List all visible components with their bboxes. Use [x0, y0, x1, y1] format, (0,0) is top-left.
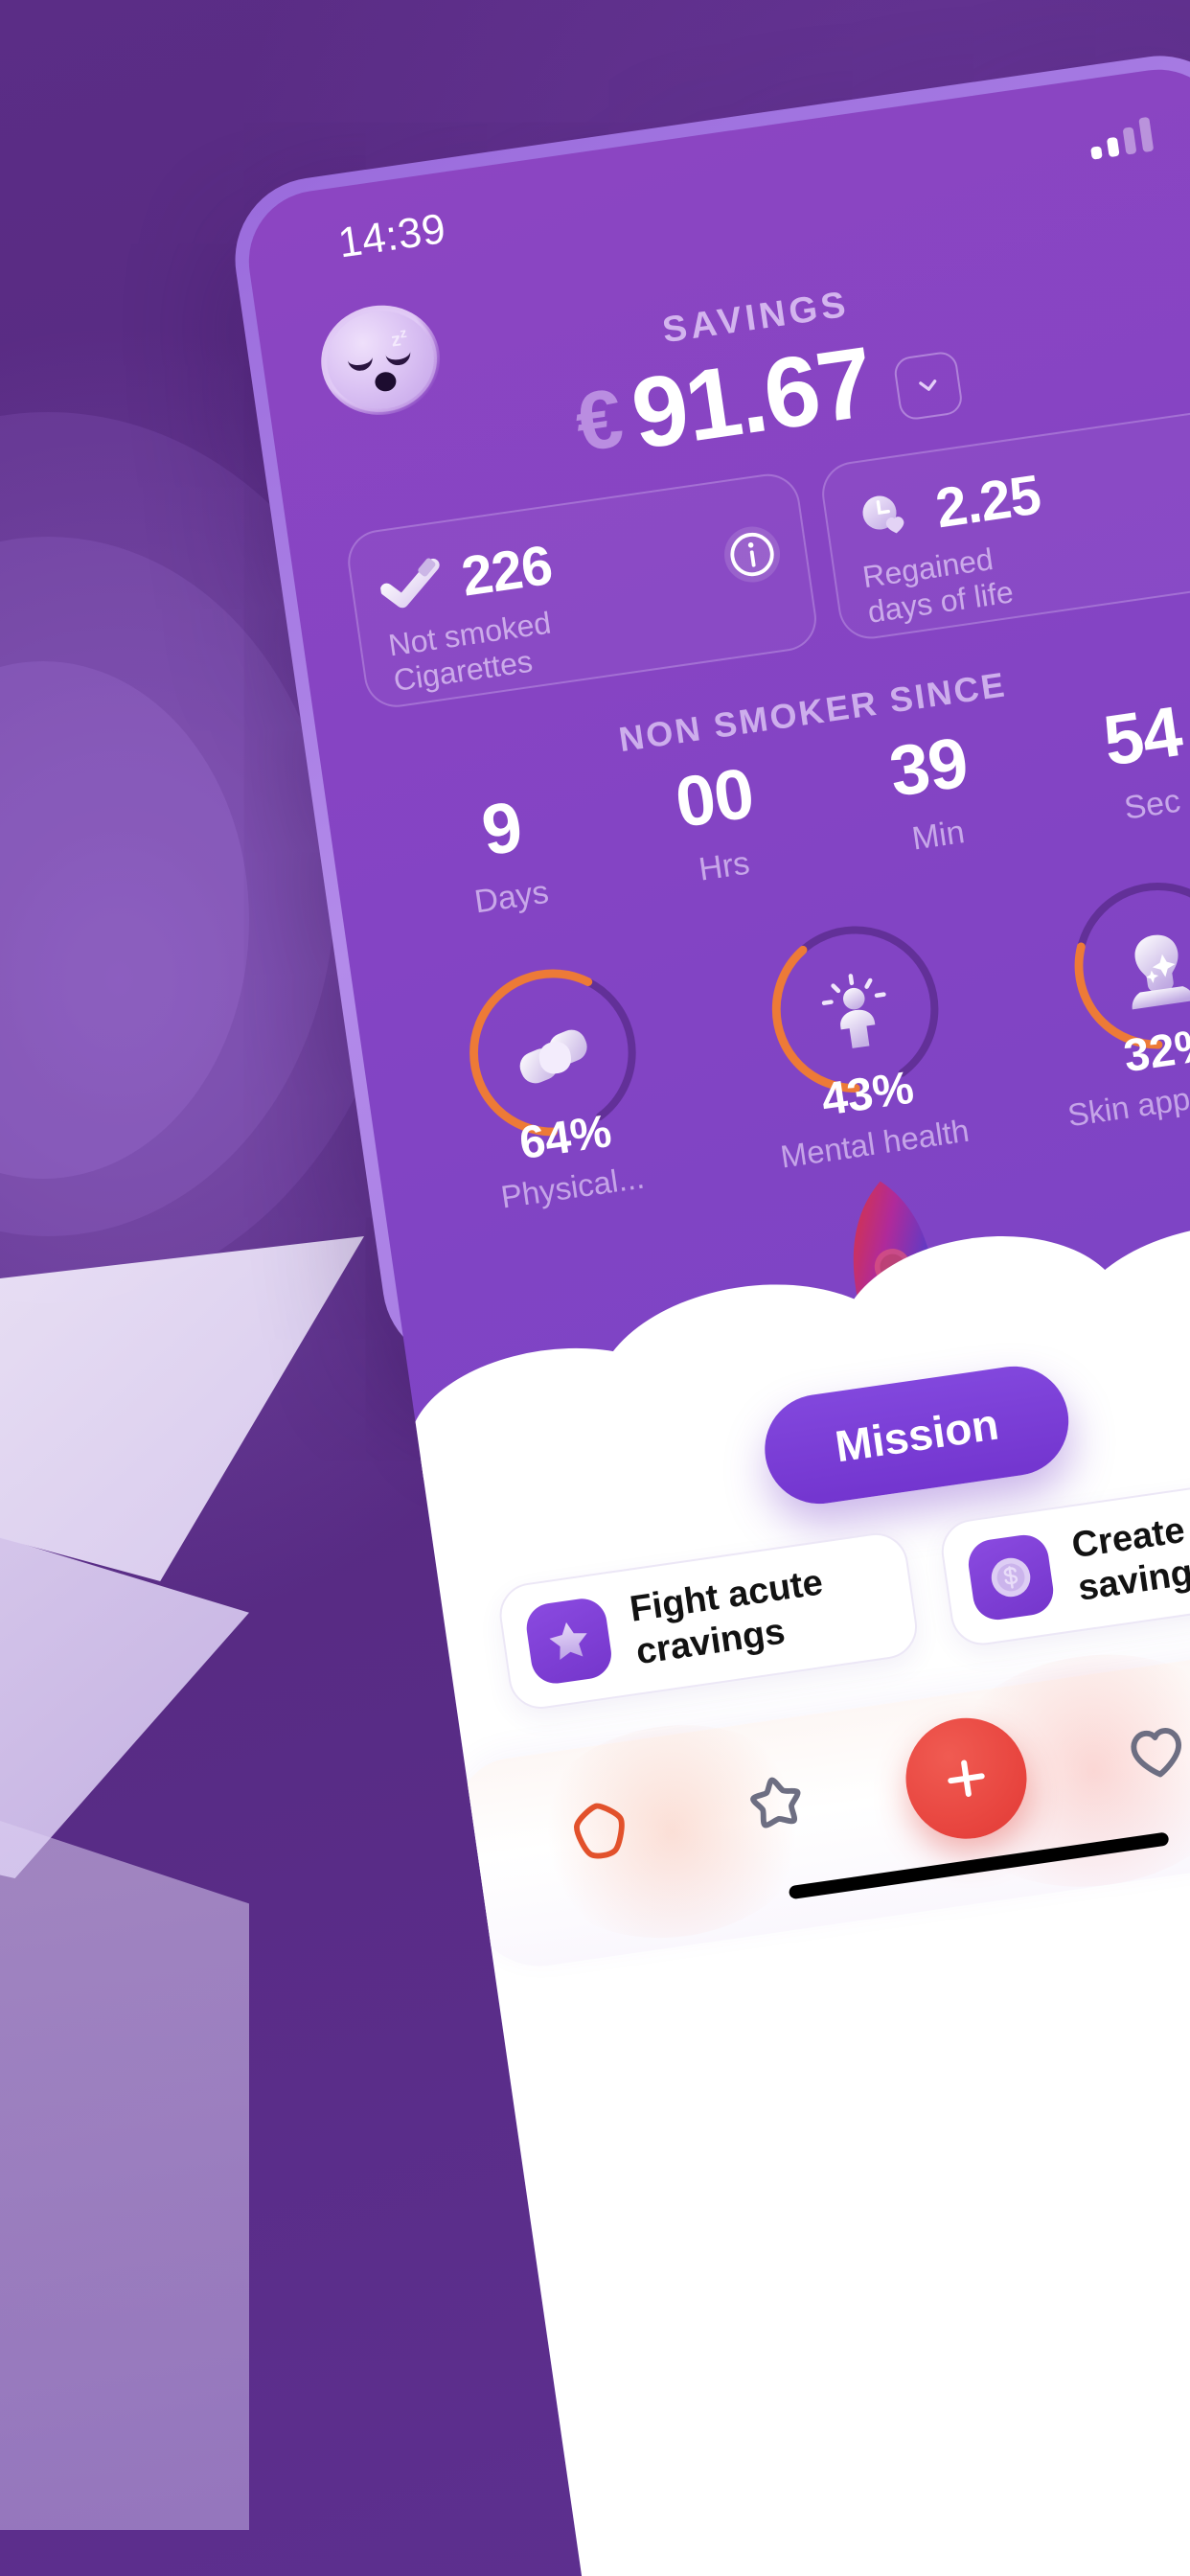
timer-label: Min	[909, 814, 968, 858]
screenshot-root: 14:39 zz SAVINGS € 91.67 226 Not smoked …	[0, 0, 1190, 2576]
health-ring-mental[interactable]: 43% Mental health	[733, 903, 986, 1178]
stat-card-days-of-life[interactable]: 2.25 Regained days of life	[817, 401, 1190, 643]
nav-item-achievements[interactable]	[725, 1756, 825, 1855]
clock-heart-icon	[851, 485, 921, 547]
plus-icon	[948, 1760, 985, 1797]
health-ring-skin[interactable]: 32% Skin appearance	[1036, 859, 1190, 1134]
timer-label: Sec	[1121, 782, 1183, 827]
timer-label: Hrs	[696, 844, 752, 888]
mission-card-text: Create a savings goal	[1069, 1494, 1190, 1611]
phone-frame: 14:39 zz SAVINGS € 91.67 226 Not smoked …	[224, 45, 1190, 2576]
chevron-down-icon	[919, 380, 937, 391]
timer-value: 54	[1098, 691, 1186, 781]
signal-bars-icon	[1087, 116, 1155, 160]
stat-card-cigarettes[interactable]: 226 Not smoked Cigarettes	[343, 470, 821, 712]
nav-item-add-button[interactable]	[898, 1710, 1035, 1848]
home-pentagon-icon	[574, 1803, 625, 1859]
stat-value: 226	[457, 533, 556, 609]
phone-mockup: 14:39 zz SAVINGS € 91.67 226 Not smoked …	[224, 45, 1190, 2576]
stat-info-button[interactable]	[721, 522, 784, 586]
timer-unit-minutes: 39 Min	[884, 722, 979, 860]
currency-symbol: €	[569, 371, 629, 470]
dollar-coin-icon	[991, 1557, 1031, 1598]
face-sparkle-icon	[1106, 917, 1190, 1022]
nav-item-health[interactable]	[1108, 1701, 1190, 1801]
star-icon	[549, 1622, 587, 1660]
timer-value: 39	[884, 722, 973, 812]
savings-expand-button[interactable]	[892, 350, 965, 422]
timer-value: 00	[670, 752, 759, 843]
person-celebrate-icon	[804, 961, 908, 1066]
mission-card-icon	[965, 1531, 1057, 1623]
mission-card-icon	[523, 1595, 615, 1687]
cigarette-check-icon	[377, 554, 446, 616]
mission-card-text: Fight acute cravings	[628, 1561, 832, 1674]
timer-value: 9	[476, 786, 527, 871]
timer-label: Days	[471, 873, 551, 921]
lungs-icon	[502, 1004, 606, 1109]
timer-unit-days: 9 Days	[460, 786, 551, 922]
timer-unit-hours: 00 Hrs	[670, 752, 766, 890]
background-paper-shape	[0, 1802, 249, 2530]
timer-unit-seconds: 54 Sec	[1098, 691, 1190, 829]
heart-outline-icon	[1131, 1728, 1182, 1778]
info-icon	[730, 532, 774, 577]
health-ring-physical[interactable]: 64% Physical...	[431, 946, 684, 1221]
status-bar-clock: 14:39	[334, 204, 449, 267]
nav-item-home[interactable]	[551, 1782, 651, 1881]
star-outline-icon	[749, 1777, 801, 1828]
stat-value: 2.25	[931, 463, 1044, 540]
